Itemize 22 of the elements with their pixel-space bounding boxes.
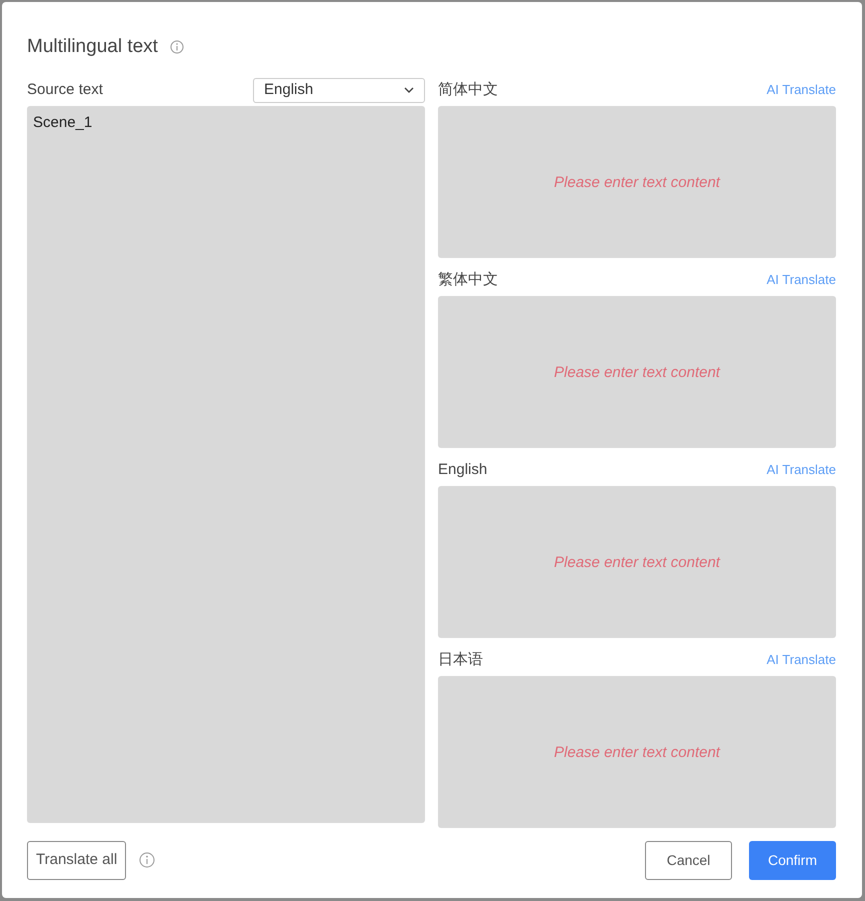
language-label: English	[438, 460, 488, 480]
info-icon	[170, 40, 184, 54]
chevron-icon	[404, 87, 414, 93]
language-label: 繁体中文	[438, 270, 498, 290]
ai-translate-link[interactable]: AI Translate	[766, 270, 836, 290]
translation-field[interactable]: Please enter text content	[438, 106, 836, 258]
cancel-button[interactable]: Cancel	[645, 840, 732, 880]
translate-all-button[interactable]: Translate all	[27, 840, 126, 880]
translation-field[interactable]: Please enter text content	[438, 296, 836, 448]
language-label: 简体中文	[438, 80, 498, 100]
dialog-title: Multilingual text	[27, 35, 158, 59]
ai-translate-link[interactable]: AI Translate	[766, 80, 836, 100]
translation-field[interactable]: Please enter text content	[438, 676, 836, 828]
language-select[interactable]: English	[253, 78, 425, 102]
info-icon	[139, 852, 156, 868]
source-label: Source text	[27, 80, 103, 100]
ai-translate-link[interactable]: AI Translate	[766, 650, 836, 670]
language-label: 日本语	[438, 650, 483, 670]
translation-field[interactable]: Please enter text content	[438, 486, 836, 638]
ai-translate-link[interactable]: AI Translate	[766, 460, 836, 480]
confirm-button[interactable]: Confirm	[749, 840, 836, 880]
source-field[interactable]: Scene_1	[27, 106, 425, 822]
